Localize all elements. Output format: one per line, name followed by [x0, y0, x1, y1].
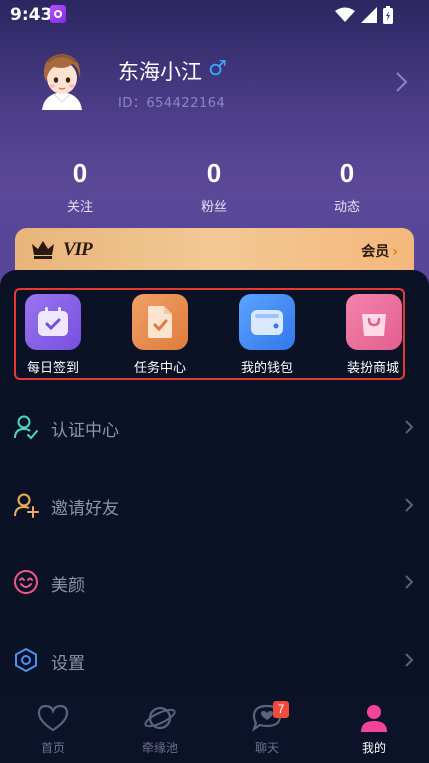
vip-member-link[interactable]: 会员 › — [361, 241, 398, 261]
quick-action-task-center[interactable]: 任务中心 — [120, 294, 200, 376]
menu-item-beauty[interactable]: 美颜 — [0, 561, 429, 605]
tab-match-pool[interactable]: 牵缘池 — [120, 703, 200, 756]
menu-label-beauty: 美颜 — [51, 576, 85, 596]
profile-chevron-right-icon[interactable] — [392, 70, 410, 94]
quick-action-label: 任务中心 — [133, 361, 186, 376]
vip-label: VIP — [63, 239, 93, 260]
chevron-right-icon — [405, 420, 414, 434]
stat-following[interactable]: 0 关注 — [30, 158, 130, 215]
wifi-icon — [335, 7, 355, 22]
signal-icon — [361, 7, 377, 23]
gender-male-icon: ♂ — [208, 56, 227, 80]
chevron-right-icon — [405, 653, 414, 667]
vip-member-arrow-icon: › — [392, 244, 398, 260]
vip-member-label: 会员 — [361, 244, 390, 260]
menu-label-verification: 认证中心 — [51, 421, 119, 441]
app-notification-icon — [50, 5, 66, 23]
tab-home-label: 首页 — [40, 741, 65, 755]
tab-chat-label: 聊天 — [254, 741, 279, 755]
chevron-right-icon — [405, 575, 414, 589]
task-document-icon — [132, 294, 188, 350]
status-time: 9:43 — [10, 5, 53, 25]
quick-action-dress-shop[interactable]: 装扮商城 — [334, 294, 404, 376]
add-user-icon — [14, 493, 39, 518]
quick-action-label: 每日签到 — [26, 361, 79, 376]
bottom-navigation: 首页 牵缘池 7 聊天 我的 — [0, 695, 429, 763]
stat-fans[interactable]: 0 粉丝 — [164, 158, 264, 215]
stat-following-label: 关注 — [66, 200, 93, 215]
stat-posts-count: 0 — [339, 158, 355, 188]
tab-home[interactable]: 首页 — [13, 703, 93, 756]
wallet-icon — [239, 294, 295, 350]
stat-following-count: 0 — [72, 158, 88, 188]
status-bar: 9:43 — [0, 0, 429, 30]
system-icons — [335, 6, 393, 24]
calendar-check-icon — [25, 294, 81, 350]
chevron-right-icon — [405, 498, 414, 512]
smile-face-icon — [14, 570, 38, 594]
stat-posts[interactable]: 0 动态 — [297, 158, 397, 215]
heart-icon — [37, 704, 69, 732]
tab-chat[interactable]: 7 聊天 — [227, 701, 307, 756]
crown-icon — [32, 241, 54, 259]
verified-user-icon — [14, 415, 38, 440]
menu-item-verification[interactable]: 认证中心 — [0, 406, 429, 450]
menu-item-settings[interactable]: 设置 — [0, 639, 429, 683]
avatar[interactable] — [36, 48, 88, 110]
user-nickname: 东海小江 — [118, 60, 202, 84]
tab-mine-label: 我的 — [361, 741, 386, 755]
quick-action-wallet[interactable]: 我的钱包 — [227, 294, 307, 376]
person-icon — [361, 705, 387, 732]
tab-match-pool-label: 牵缘池 — [141, 741, 178, 755]
quick-action-daily-checkin[interactable]: 每日签到 — [13, 294, 93, 376]
quick-action-label: 我的钱包 — [240, 361, 293, 376]
menu-label-invite-friends: 邀请好友 — [51, 499, 119, 519]
settings-hexagon-icon — [15, 648, 37, 672]
shopping-bag-icon — [346, 294, 402, 350]
user-id: ID：654422164 — [118, 96, 226, 111]
menu-item-invite-friends[interactable]: 邀请好友 — [0, 484, 429, 528]
battery-icon — [383, 6, 393, 24]
chat-unread-badge: 7 — [273, 701, 289, 718]
planet-icon — [144, 706, 176, 730]
quick-action-label: 装扮商城 — [347, 361, 400, 376]
avatar-image — [42, 54, 82, 110]
stat-fans-count: 0 — [206, 158, 222, 188]
stat-fans-label: 粉丝 — [200, 200, 227, 215]
tab-mine[interactable]: 我的 — [334, 703, 414, 756]
stat-posts-label: 动态 — [333, 200, 360, 215]
menu-label-settings: 设置 — [51, 654, 85, 674]
